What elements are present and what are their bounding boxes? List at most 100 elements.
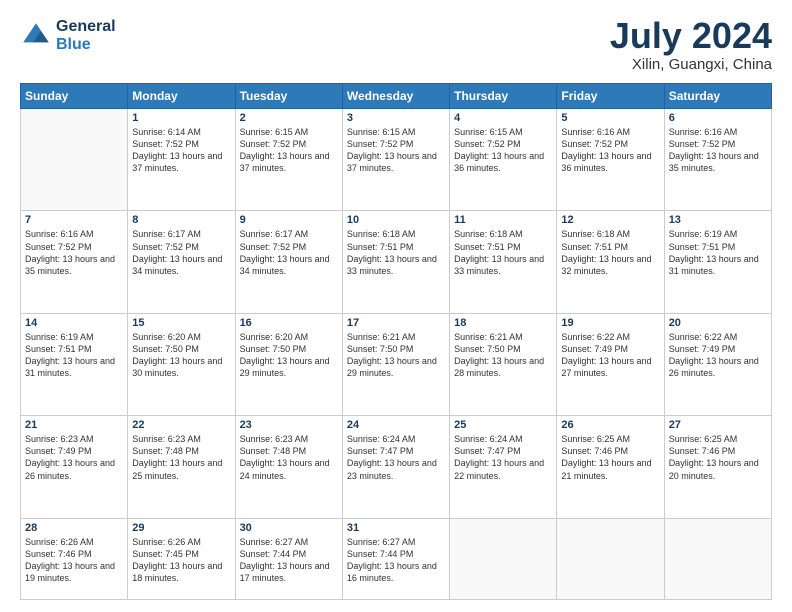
calendar-cell: 6 Sunrise: 6:16 AMSunset: 7:52 PMDaylight… [664,109,771,211]
calendar-cell: 26 Sunrise: 6:25 AMSunset: 7:46 PMDayligh… [557,416,664,518]
day-number: 12 [561,214,659,226]
day-number: 21 [25,419,123,431]
calendar-cell: 31 Sunrise: 6:27 AMSunset: 7:44 PMDayligh… [342,518,449,600]
cell-info: Sunrise: 6:27 AMSunset: 7:44 PMDaylight:… [347,536,445,585]
cell-info: Sunrise: 6:23 AMSunset: 7:48 PMDaylight:… [240,433,338,482]
cell-info: Sunrise: 6:18 AMSunset: 7:51 PMDaylight:… [347,228,445,277]
cell-info: Sunrise: 6:27 AMSunset: 7:44 PMDaylight:… [240,536,338,585]
logo-blue-text: Blue [56,36,116,54]
cell-info: Sunrise: 6:16 AMSunset: 7:52 PMDaylight:… [25,228,123,277]
day-number: 8 [132,214,230,226]
day-number: 11 [454,214,552,226]
cell-info: Sunrise: 6:21 AMSunset: 7:50 PMDaylight:… [347,331,445,380]
cell-info: Sunrise: 6:17 AMSunset: 7:52 PMDaylight:… [132,228,230,277]
logo-general-text: General [56,18,116,36]
day-number: 30 [240,522,338,534]
calendar-cell: 5Sunrise: 6:16 AMSunset: 7:52 PMDaylight… [557,109,664,211]
calendar-cell: 10 Sunrise: 6:18 AMSunset: 7:51 PMDayligh… [342,211,449,313]
header: General Blue July 2024 Xilin, Guangxi, C… [20,18,772,73]
day-number: 23 [240,419,338,431]
day-number: 3 [347,112,445,124]
weekday-header-wednesday: Wednesday [342,84,449,109]
weekday-header-monday: Monday [128,84,235,109]
cell-info: Sunrise: 6:25 AMSunset: 7:46 PMDaylight:… [669,433,767,482]
calendar-week-5: 28 Sunrise: 6:26 AMSunset: 7:46 PMDayligh… [21,518,772,600]
calendar-cell: 4Sunrise: 6:15 AMSunset: 7:52 PMDaylight… [450,109,557,211]
cell-info: Sunrise: 6:18 AMSunset: 7:51 PMDaylight:… [561,228,659,277]
day-number: 26 [561,419,659,431]
day-number: 13 [669,214,767,226]
calendar-cell: 3 Sunrise: 6:15 AMSunset: 7:52 PMDaylight… [342,109,449,211]
cell-info: Sunrise: 6:17 AMSunset: 7:52 PMDaylight:… [240,228,338,277]
cell-info: Sunrise: 6:15 AMSunset: 7:52 PMDaylight:… [454,126,552,175]
page: General Blue July 2024 Xilin, Guangxi, C… [0,0,792,612]
calendar-cell: 25 Sunrise: 6:24 AMSunset: 7:47 PMDayligh… [450,416,557,518]
calendar-cell: 24 Sunrise: 6:24 AMSunset: 7:47 PMDayligh… [342,416,449,518]
calendar-cell: 14Sunrise: 6:19 AMSunset: 7:51 PMDayligh… [21,313,128,415]
calendar-week-4: 21 Sunrise: 6:23 AMSunset: 7:49 PMDayligh… [21,416,772,518]
day-number: 6 [669,112,767,124]
cell-info: Sunrise: 6:15 AMSunset: 7:52 PMDaylight:… [240,126,338,175]
cell-info: Sunrise: 6:24 AMSunset: 7:47 PMDaylight:… [347,433,445,482]
cell-info: Sunrise: 6:20 AMSunset: 7:50 PMDaylight:… [240,331,338,380]
calendar-cell: 1 Sunrise: 6:14 AMSunset: 7:52 PMDaylight… [128,109,235,211]
calendar-cell: 12 Sunrise: 6:18 AMSunset: 7:51 PMDayligh… [557,211,664,313]
cell-info: Sunrise: 6:25 AMSunset: 7:46 PMDaylight:… [561,433,659,482]
day-number: 2 [240,112,338,124]
calendar-cell: 28 Sunrise: 6:26 AMSunset: 7:46 PMDayligh… [21,518,128,600]
calendar-cell: 18Sunrise: 6:21 AMSunset: 7:50 PMDayligh… [450,313,557,415]
day-number: 29 [132,522,230,534]
calendar-cell: 22Sunrise: 6:23 AMSunset: 7:48 PMDayligh… [128,416,235,518]
cell-info: Sunrise: 6:26 AMSunset: 7:45 PMDaylight:… [132,536,230,585]
day-number: 24 [347,419,445,431]
cell-info: Sunrise: 6:23 AMSunset: 7:49 PMDaylight:… [25,433,123,482]
weekday-header-friday: Friday [557,84,664,109]
day-number: 31 [347,522,445,534]
weekday-header-tuesday: Tuesday [235,84,342,109]
calendar-cell: 8 Sunrise: 6:17 AMSunset: 7:52 PMDaylight… [128,211,235,313]
cell-info: Sunrise: 6:16 AMSunset: 7:52 PMDaylight:… [669,126,767,175]
calendar-cell [557,518,664,600]
calendar-cell: 19Sunrise: 6:22 AMSunset: 7:49 PMDayligh… [557,313,664,415]
day-number: 10 [347,214,445,226]
day-number: 1 [132,112,230,124]
cell-info: Sunrise: 6:18 AMSunset: 7:51 PMDaylight:… [454,228,552,277]
day-number: 9 [240,214,338,226]
cell-info: Sunrise: 6:26 AMSunset: 7:46 PMDaylight:… [25,536,123,585]
calendar-cell: 11 Sunrise: 6:18 AMSunset: 7:51 PMDayligh… [450,211,557,313]
day-number: 27 [669,419,767,431]
day-number: 28 [25,522,123,534]
calendar-cell [450,518,557,600]
calendar-cell: 15Sunrise: 6:20 AMSunset: 7:50 PMDayligh… [128,313,235,415]
weekday-header-row: SundayMondayTuesdayWednesdayThursdayFrid… [21,84,772,109]
cell-info: Sunrise: 6:14 AMSunset: 7:52 PMDaylight:… [132,126,230,175]
calendar-cell: 30 Sunrise: 6:27 AMSunset: 7:44 PMDayligh… [235,518,342,600]
cell-info: Sunrise: 6:24 AMSunset: 7:47 PMDaylight:… [454,433,552,482]
calendar-cell: 29 Sunrise: 6:26 AMSunset: 7:45 PMDayligh… [128,518,235,600]
day-number: 22 [132,419,230,431]
calendar-cell: 9 Sunrise: 6:17 AMSunset: 7:52 PMDaylight… [235,211,342,313]
weekday-header-sunday: Sunday [21,84,128,109]
day-number: 18 [454,317,552,329]
month-year: July 2024 [610,18,772,54]
cell-info: Sunrise: 6:16 AMSunset: 7:52 PMDaylight:… [561,126,659,175]
calendar-cell [664,518,771,600]
day-number: 16 [240,317,338,329]
cell-info: Sunrise: 6:15 AMSunset: 7:52 PMDaylight:… [347,126,445,175]
cell-info: Sunrise: 6:19 AMSunset: 7:51 PMDaylight:… [669,228,767,277]
calendar-week-3: 14Sunrise: 6:19 AMSunset: 7:51 PMDayligh… [21,313,772,415]
day-number: 20 [669,317,767,329]
cell-info: Sunrise: 6:20 AMSunset: 7:50 PMDaylight:… [132,331,230,380]
calendar-week-1: 1 Sunrise: 6:14 AMSunset: 7:52 PMDaylight… [21,109,772,211]
day-number: 7 [25,214,123,226]
weekday-header-saturday: Saturday [664,84,771,109]
calendar-week-2: 7 Sunrise: 6:16 AMSunset: 7:52 PMDaylight… [21,211,772,313]
calendar-cell: 21 Sunrise: 6:23 AMSunset: 7:49 PMDayligh… [21,416,128,518]
calendar-cell: 27 Sunrise: 6:25 AMSunset: 7:46 PMDayligh… [664,416,771,518]
calendar-cell [21,109,128,211]
weekday-header-thursday: Thursday [450,84,557,109]
day-number: 14 [25,317,123,329]
calendar-cell: 20Sunrise: 6:22 AMSunset: 7:49 PMDayligh… [664,313,771,415]
day-number: 25 [454,419,552,431]
calendar-cell: 16 Sunrise: 6:20 AMSunset: 7:50 PMDayligh… [235,313,342,415]
